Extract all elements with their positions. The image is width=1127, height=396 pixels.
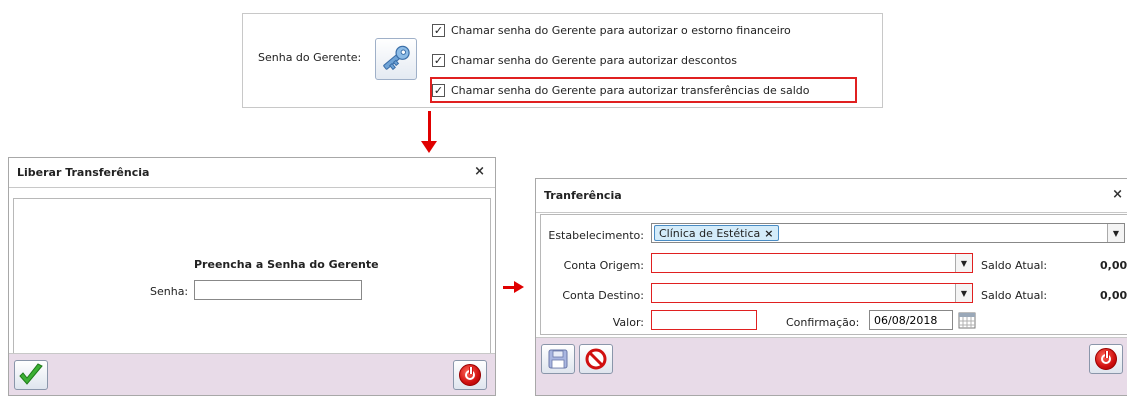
dialog-title: Tranferência — [544, 189, 622, 202]
checkbox-estorno-financeiro[interactable]: ✓ — [432, 23, 445, 37]
confirmacao-date-input[interactable] — [869, 310, 953, 330]
option-estorno-financeiro-label: Chamar senha do Gerente para autorizar o… — [451, 23, 791, 37]
valor-label: Valor: — [612, 316, 644, 329]
chevron-down-icon[interactable]: ▼ — [955, 284, 972, 302]
key-icon — [383, 45, 410, 71]
dialog-header: Tranferência — [536, 179, 1127, 213]
close-button[interactable] — [1089, 344, 1123, 374]
senha-label: Senha: — [150, 285, 189, 298]
senha-input[interactable] — [194, 280, 362, 300]
power-icon — [459, 364, 481, 386]
manager-password-settings-panel: Senha do Gerente: ✓ Chamar senha do Gere… — [242, 13, 883, 108]
dialog-title: Liberar Transferência — [17, 166, 150, 179]
transferencia-dialog: Tranferência × Estabelecimento: Clínica … — [535, 178, 1127, 396]
chevron-down-icon[interactable]: ▼ — [955, 254, 972, 272]
confirmacao-label: Confirmação: — [786, 316, 860, 329]
calendar-icon[interactable] — [958, 311, 976, 329]
estabelecimento-select[interactable]: Clínica de Estética × ▼ — [651, 223, 1125, 243]
option-estorno-financeiro[interactable]: ✓ Chamar senha do Gerente para autorizar… — [432, 20, 791, 40]
form-heading: Preencha a Senha do Gerente — [194, 258, 379, 271]
option-descontos[interactable]: ✓ Chamar senha do Gerente para autorizar… — [432, 50, 737, 70]
close-icon[interactable]: × — [474, 164, 485, 179]
liberar-transferencia-dialog: Liberar Transferência × Preencha a Senha… — [8, 157, 496, 396]
checkbox-descontos[interactable]: ✓ — [432, 53, 445, 67]
highlight-box — [430, 77, 857, 103]
conta-origem-label: Conta Origem: — [563, 259, 644, 272]
confirm-button[interactable] — [14, 360, 48, 390]
saldo-destino-value: 0,00 — [1100, 289, 1127, 302]
conta-origem-select[interactable]: ▼ — [651, 253, 973, 273]
estabelecimento-label: Estabelecimento: — [548, 229, 644, 242]
cancel-button[interactable] — [453, 360, 487, 390]
saldo-atual-label: Saldo Atual: — [981, 259, 1048, 272]
dialog-content: Estabelecimento: Clínica de Estética × ▼… — [540, 214, 1127, 335]
prohibited-icon — [585, 348, 607, 370]
conta-destino-select[interactable]: ▼ — [651, 283, 973, 303]
estabelecimento-tag-label: Clínica de Estética — [659, 226, 761, 240]
down-arrow-head — [421, 141, 437, 153]
save-icon — [548, 349, 568, 369]
dialog-header: Liberar Transferência — [9, 158, 495, 188]
cancel-button[interactable] — [579, 344, 613, 374]
conta-destino-label: Conta Destino: — [562, 289, 644, 302]
manager-password-label: Senha do Gerente: — [258, 51, 362, 64]
key-button[interactable] — [375, 38, 417, 80]
saldo-origem-value: 0,00 — [1100, 259, 1127, 272]
save-button[interactable] — [541, 344, 575, 374]
power-icon — [1095, 348, 1117, 370]
chevron-down-icon[interactable]: ▼ — [1107, 224, 1124, 242]
tag-remove-icon[interactable]: × — [764, 227, 773, 240]
right-arrow-head — [514, 281, 524, 293]
check-icon — [19, 363, 43, 385]
close-icon[interactable]: × — [1112, 187, 1123, 202]
dialog-content: Preencha a Senha do Gerente Senha: — [13, 198, 491, 354]
saldo-atual-label: Saldo Atual: — [981, 289, 1048, 302]
option-descontos-label: Chamar senha do Gerente para autorizar d… — [451, 53, 737, 67]
valor-input[interactable] — [651, 310, 757, 330]
down-arrow-icon — [428, 111, 431, 143]
dialog-footer — [9, 353, 495, 395]
estabelecimento-tag: Clínica de Estética × — [654, 225, 779, 241]
dialog-footer — [536, 337, 1127, 395]
